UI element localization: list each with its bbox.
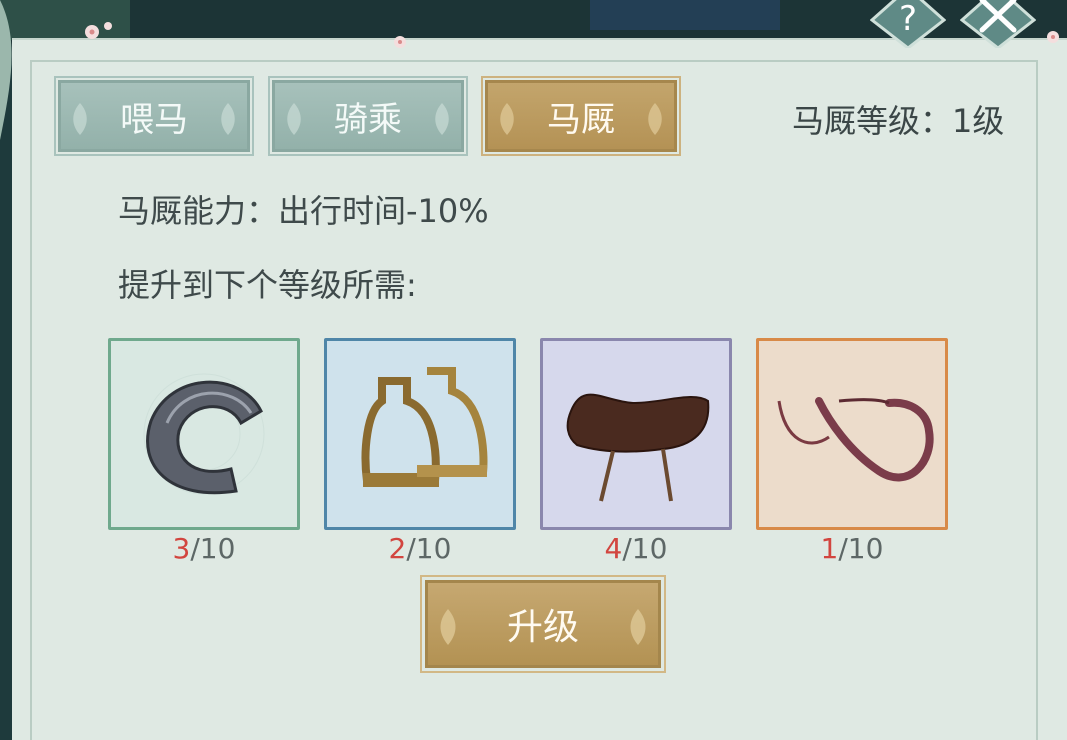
ornament-icon <box>630 609 646 645</box>
item-count-required: /10 <box>190 532 236 565</box>
item-count-saddle: 4/10 <box>540 532 732 565</box>
horseshoe-icon <box>143 373 265 495</box>
ornament-icon <box>440 609 456 645</box>
item-count-horseshoe: 3/10 <box>108 532 300 565</box>
item-count-owned: 2 <box>388 532 407 565</box>
tab-label: 马厩 <box>547 99 615 140</box>
upgrade-button[interactable]: 升级 <box>420 575 666 673</box>
saddle-icon <box>566 393 710 502</box>
svg-text:?: ? <box>899 0 917 39</box>
help-icon: ? <box>869 0 947 50</box>
blossom-decoration-icon <box>394 36 406 48</box>
item-count-owned: 3 <box>172 532 191 565</box>
item-count-required: /10 <box>622 532 668 565</box>
stirrups-icon <box>361 367 488 487</box>
tab-feed-horse[interactable]: 喂马 <box>54 76 254 156</box>
item-slot-horseshoe[interactable] <box>108 338 300 530</box>
item-count-whip: 1/10 <box>756 532 948 565</box>
item-count-required: /10 <box>406 532 452 565</box>
upgrade-button-label: 升级 <box>506 607 579 648</box>
item-count-stirrups: 2/10 <box>324 532 516 565</box>
ornament-icon <box>287 103 301 135</box>
tab-label: 骑乘 <box>334 99 402 140</box>
help-button[interactable]: ? <box>869 0 947 50</box>
item-slot-stirrups[interactable] <box>324 338 516 530</box>
item-count-owned: 4 <box>604 532 623 565</box>
item-count-owned: 1 <box>820 532 839 565</box>
item-slot-saddle[interactable] <box>540 338 732 530</box>
whip-icon <box>777 397 934 482</box>
ornament-icon <box>648 103 662 135</box>
stable-level-text: 马厩等级：1级 <box>792 102 1005 140</box>
ornament-icon <box>73 103 87 135</box>
ornament-icon <box>500 103 514 135</box>
stable-ability-text: 马厩能力：出行时间-10% <box>118 192 489 230</box>
blossom-decoration-icon <box>1047 31 1059 43</box>
ornament-icon <box>435 103 449 135</box>
tab-ride[interactable]: 骑乘 <box>268 76 468 156</box>
blossom-decoration-icon <box>85 22 112 39</box>
close-icon <box>959 0 1037 50</box>
tab-label: 喂马 <box>120 99 188 140</box>
item-count-required: /10 <box>838 532 884 565</box>
item-slot-whip[interactable] <box>756 338 948 530</box>
close-button[interactable] <box>959 0 1037 50</box>
ornament-icon <box>221 103 235 135</box>
requirement-label: 提升到下个等级所需: <box>118 266 417 304</box>
tab-stable[interactable]: 马厩 <box>481 76 681 156</box>
